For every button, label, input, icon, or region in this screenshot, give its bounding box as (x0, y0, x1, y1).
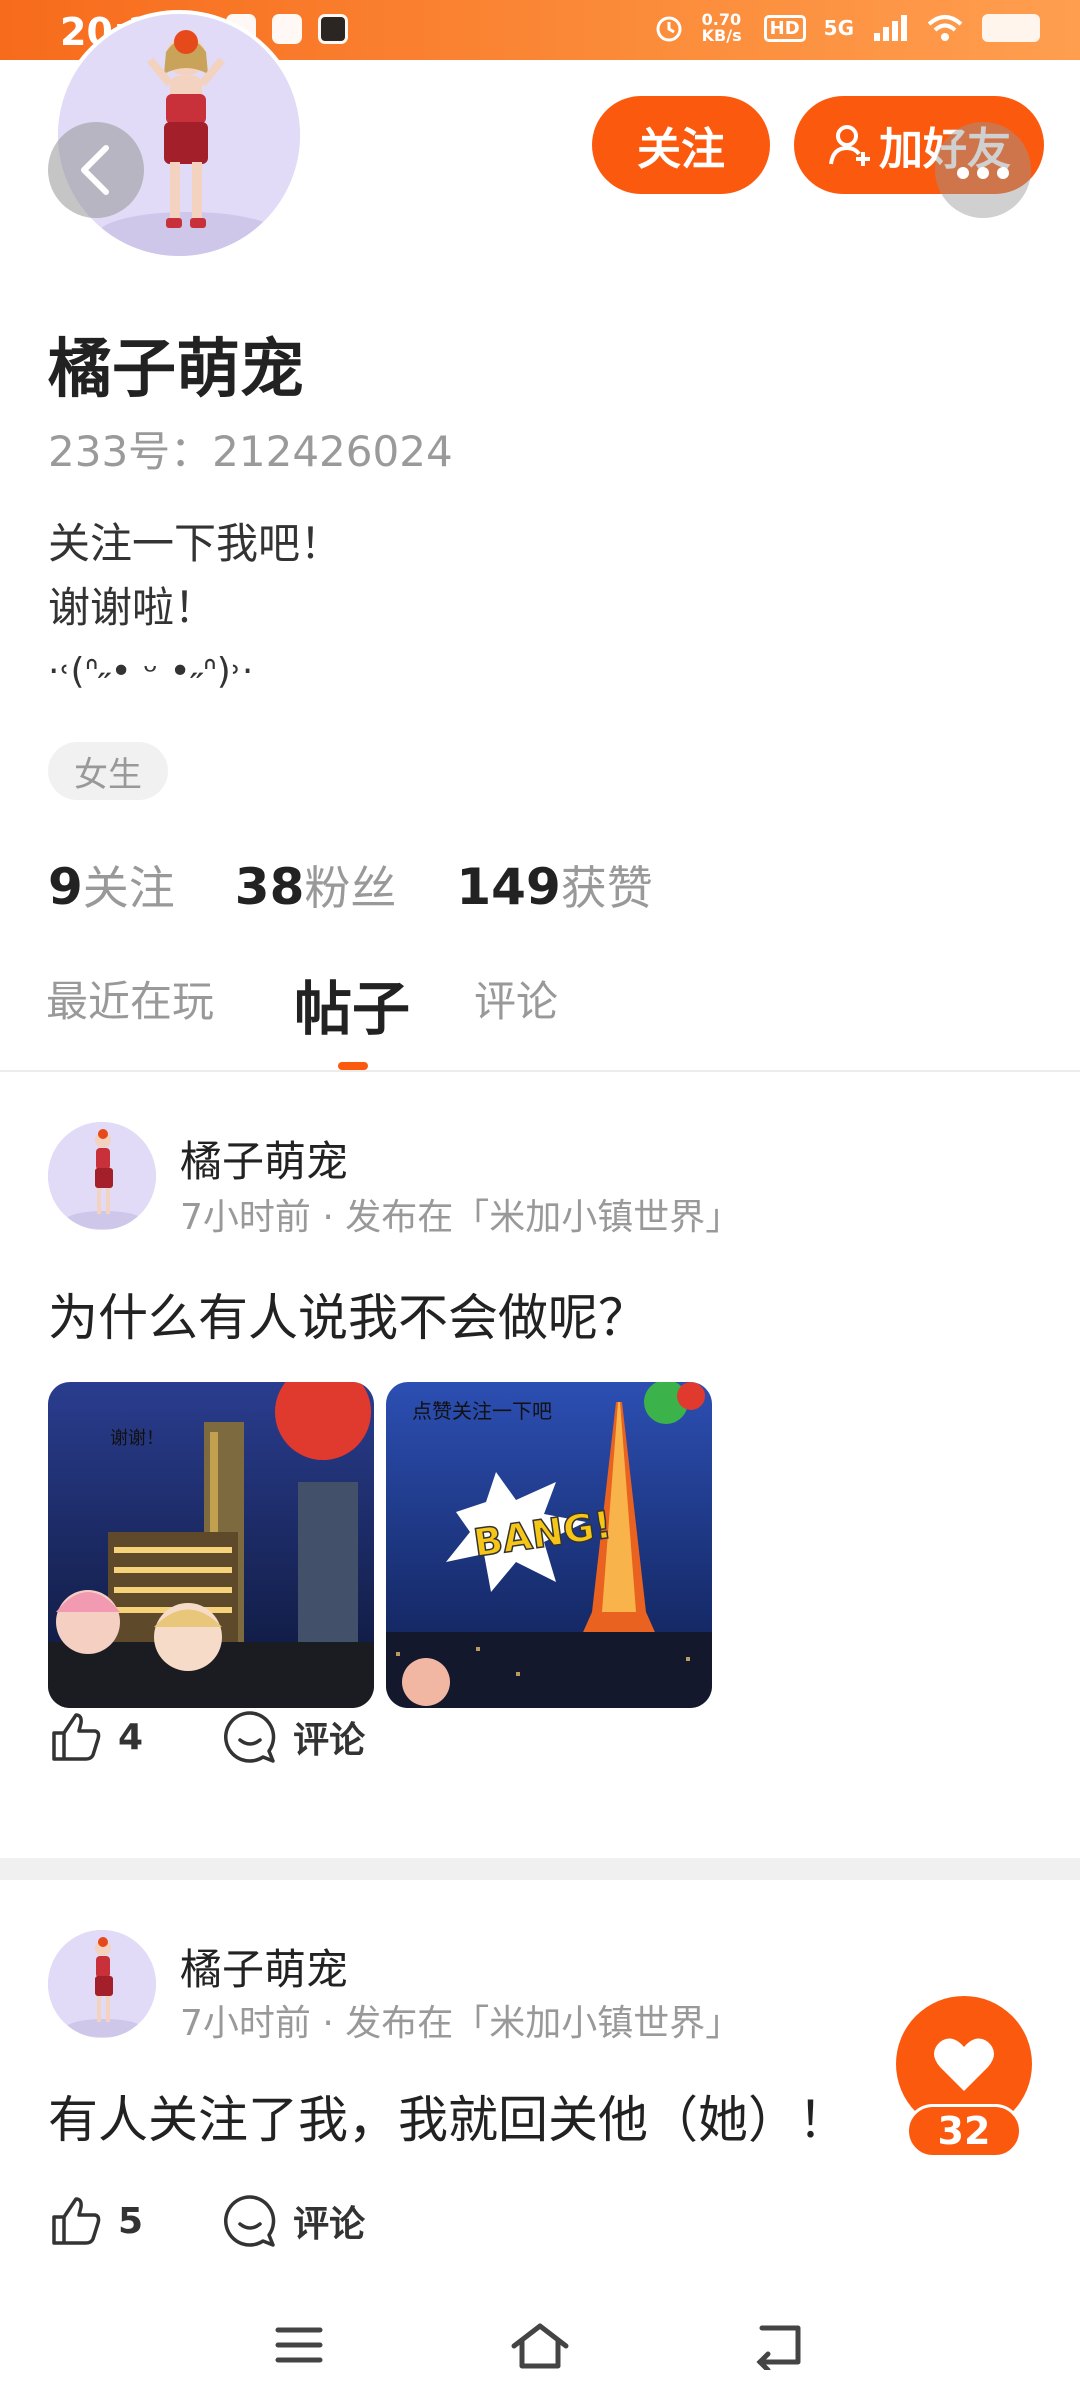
home-nav-button[interactable] (508, 2320, 572, 2376)
post-author-name[interactable]: 橘子萌宠 (180, 1936, 348, 1997)
thumbs-up-icon (52, 1713, 101, 1761)
post-author-avatar[interactable] (48, 1122, 156, 1230)
comment-icon (224, 2195, 276, 2247)
post-meta: 7小时前 · 发布在「米加小镇世界」 (180, 2003, 742, 2044)
tab-indicator (338, 1062, 368, 1070)
back-nav-button[interactable] (754, 2320, 806, 2374)
tab-recently-played[interactable]: 最近在玩 (46, 968, 214, 1029)
bio-line: 关注一下我吧！ (48, 519, 343, 568)
bio-line: 谢谢啦！ (48, 583, 217, 632)
tab-posts[interactable]: 帖子 (294, 962, 410, 1046)
alarm-icon (656, 16, 682, 42)
fans-count: 38 (234, 858, 305, 916)
menu-nav-button[interactable] (274, 2320, 324, 2374)
profile-name: 橘子萌宠 (48, 333, 304, 407)
post-images: 谢谢！ BANG! 点赞关注一下吧 (48, 1382, 712, 1708)
post-actions: 4 评论 (48, 1708, 365, 1766)
menu-icon (275, 2327, 323, 2363)
heart-icon (934, 2038, 994, 2091)
image-caption: 点赞关注一下吧 (412, 1399, 552, 1423)
profile-bio: 关注一下我吧！ 谢谢啦！ ·˓(ᐢ˶• ᵕ •˶ᐢ)˒· (48, 512, 342, 704)
profile-tabs: 最近在玩 帖子 评论 (0, 968, 1080, 1072)
likes-count: 149 (456, 858, 561, 916)
thumbs-up-icon (52, 2197, 101, 2245)
post-card[interactable]: 橘子萌宠 7小时前 · 发布在「米加小镇世界」 为什么有人说我不会做呢？ 谢谢！ (0, 1072, 1080, 1858)
tower-night-image: BANG! 点赞关注一下吧 (386, 1382, 712, 1708)
dot-icon (977, 167, 989, 179)
post-text[interactable]: 为什么有人说我不会做呢？ (48, 1278, 648, 1350)
comment-label: 评论 (293, 2204, 366, 2245)
more-button[interactable] (935, 122, 1031, 218)
follow-button[interactable]: 关注 (592, 96, 770, 194)
following-stat[interactable]: 9关注 (48, 852, 175, 918)
like-button[interactable]: 5 (48, 2193, 143, 2249)
back-button[interactable] (48, 122, 144, 218)
notification-icon (272, 14, 302, 44)
fans-stat[interactable]: 38粉丝 (235, 852, 397, 918)
chevron-left-icon (81, 145, 109, 195)
following-count: 9 (48, 858, 83, 916)
profile-stats: 9关注 38粉丝 149获赞 (48, 852, 653, 918)
app-notification-icon (318, 14, 348, 44)
signal-icon (874, 15, 907, 41)
comment-button[interactable]: 评论 (221, 2192, 365, 2250)
system-icons: 0.70 KB/s HD 5G (654, 12, 1040, 44)
comment-button[interactable]: 评论 (221, 1708, 365, 1766)
likes-label: 获赞 (560, 861, 653, 915)
post-actions: 5 评论 (48, 2192, 365, 2250)
hd-icon: HD (763, 14, 806, 42)
dot-icon (997, 167, 1009, 179)
profile-uid[interactable]: 233号：212426024 (48, 418, 453, 479)
post-image[interactable]: 谢谢！ (48, 1382, 374, 1708)
battery-icon (982, 14, 1040, 42)
like-button[interactable]: 4 (48, 1709, 143, 1765)
comment-label: 评论 (293, 1720, 366, 1761)
post-meta: 7小时前 · 发布在「米加小镇世界」 (180, 1197, 742, 1238)
fans-label: 粉丝 (304, 861, 397, 915)
tab-comments[interactable]: 评论 (474, 968, 558, 1029)
signal-label: 5G (823, 16, 854, 40)
back-icon (756, 2325, 801, 2373)
floating-like-count: 32 (906, 2104, 1022, 2158)
likes-stat: 149获赞 (456, 852, 652, 918)
system-nav-bar (0, 2290, 1080, 2408)
bio-line: ·˓(ᐢ˶• ᵕ •˶ᐢ)˒· (48, 651, 254, 692)
like-count: 5 (118, 2200, 144, 2242)
dot-icon (957, 167, 969, 179)
like-count: 4 (118, 1716, 144, 1758)
avatar-figure-icon (48, 1930, 156, 2038)
home-icon (511, 2323, 569, 2369)
city-night-image: 谢谢！ (48, 1382, 374, 1708)
network-speed: 0.70 KB/s (701, 10, 742, 45)
post-image[interactable]: BANG! 点赞关注一下吧 (386, 1382, 712, 1708)
image-caption: 谢谢！ (110, 1428, 164, 1449)
avatar-figure-icon (48, 1122, 156, 1230)
post-author-avatar[interactable] (48, 1930, 156, 2038)
gender-tag: 女生 (48, 742, 168, 800)
post-text[interactable]: 有人关注了我，我就回关他（她）！ (48, 2080, 848, 2152)
post-author-name[interactable]: 橘子萌宠 (180, 1128, 348, 1189)
post-divider (0, 1858, 1080, 1880)
add-user-icon (829, 125, 870, 166)
wifi-icon (927, 15, 963, 41)
comment-icon (224, 1711, 276, 1763)
following-label: 关注 (82, 861, 175, 915)
